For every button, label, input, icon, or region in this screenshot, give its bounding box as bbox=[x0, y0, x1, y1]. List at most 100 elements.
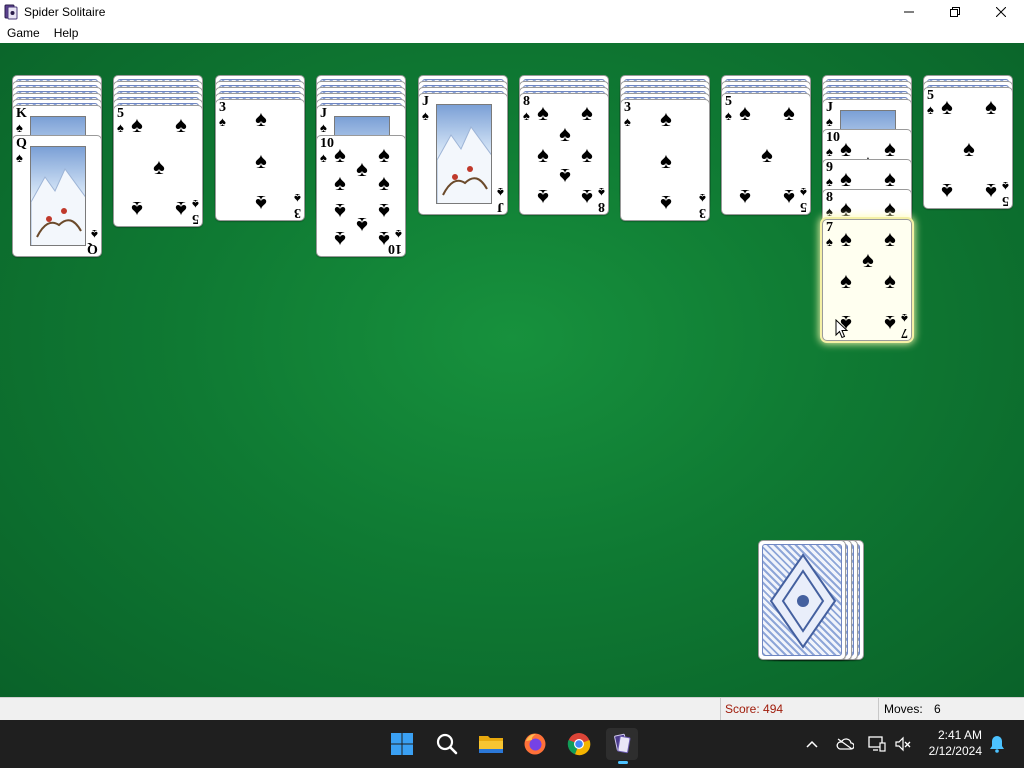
windows-start-icon bbox=[391, 733, 413, 755]
spade-pip-icon: ♠ bbox=[255, 106, 267, 131]
file-explorer-button[interactable] bbox=[475, 728, 507, 760]
spade-suit-icon: ♠ bbox=[422, 108, 429, 123]
spade-pip-icon: ♠ bbox=[334, 142, 346, 167]
file-explorer-icon bbox=[479, 736, 503, 753]
card-rank: J bbox=[497, 199, 504, 214]
spade-suit-icon: ♠ bbox=[927, 102, 934, 117]
card-10-spades[interactable]: 10♠♠♠♠♠♠♠♠♠♠♠10♠ bbox=[316, 135, 406, 257]
spade-pip-icon: ♠ bbox=[660, 106, 672, 131]
chrome-icon bbox=[567, 733, 591, 756]
spade-suit-icon: ♠ bbox=[901, 311, 908, 326]
spade-suit-icon: ♠ bbox=[16, 150, 23, 165]
close-button[interactable] bbox=[978, 0, 1024, 23]
spade-suit-icon: ♠ bbox=[192, 197, 199, 212]
card-rank: 8 bbox=[598, 199, 605, 214]
card-rank: 3 bbox=[624, 100, 631, 115]
spade-pip-icon: ♠ bbox=[581, 185, 593, 210]
clock-date: 2/12/2024 bbox=[928, 744, 982, 758]
spade-suit-icon: ♠ bbox=[395, 227, 402, 242]
spade-pip-icon: ♠ bbox=[884, 311, 896, 336]
spade-pip-icon: ♠ bbox=[356, 156, 368, 181]
spade-suit-icon: ♠ bbox=[725, 108, 732, 123]
restore-button[interactable] bbox=[932, 0, 978, 23]
spade-pip-icon: ♠ bbox=[581, 100, 593, 125]
firefox-button[interactable] bbox=[519, 728, 551, 760]
spade-pip-icon: ♠ bbox=[761, 142, 773, 167]
moves-display: Moves: 6 bbox=[878, 698, 1024, 720]
minimize-button[interactable] bbox=[886, 0, 932, 23]
card-5-spades[interactable]: 5 ♠ ♠ ♠ ♠ ♠ ♠ 5 ♠ bbox=[923, 87, 1013, 209]
spade-pip-icon: ♠ bbox=[840, 136, 852, 161]
spade-suit-icon: ♠ bbox=[826, 234, 833, 249]
status-bar: Score: 494 Moves: 6 bbox=[0, 697, 1024, 720]
card-5-spades[interactable]: 5 ♠ ♠ ♠ ♠ ♠ ♠ 5 ♠ bbox=[113, 105, 203, 227]
court-card-illustration bbox=[436, 104, 492, 204]
moves-label: Moves: bbox=[884, 702, 923, 716]
spade-pip-icon: ♠ bbox=[963, 136, 975, 161]
menu-help[interactable]: Help bbox=[47, 23, 86, 43]
spade-pip-icon: ♠ bbox=[255, 148, 267, 173]
spade-pip-icon: ♠ bbox=[378, 170, 390, 195]
chrome-button[interactable] bbox=[563, 728, 595, 760]
close-icon bbox=[996, 6, 1006, 17]
spade-pip-icon: ♠ bbox=[941, 179, 953, 204]
card-rank: 5 bbox=[725, 94, 732, 109]
spade-pip-icon: ♠ bbox=[840, 268, 852, 293]
spade-suit-icon: ♠ bbox=[320, 150, 327, 165]
spade-pip-icon: ♠ bbox=[840, 226, 852, 251]
card-8-spades[interactable]: 8♠♠♠♠♠♠♠♠♠8♠ bbox=[519, 93, 609, 215]
card-3-spades[interactable]: 3 ♠ ♠ ♠ ♠ 3 ♠ bbox=[620, 99, 710, 221]
onedrive-button[interactable] bbox=[833, 720, 857, 768]
card-rank: J bbox=[422, 94, 429, 109]
spade-suit-icon: ♠ bbox=[699, 191, 706, 206]
card-5-spades[interactable]: 5 ♠ ♠ ♠ ♠ ♠ ♠ 5 ♠ bbox=[721, 93, 811, 215]
spade-pip-icon: ♠ bbox=[378, 199, 390, 224]
windows-start-button[interactable] bbox=[386, 728, 418, 760]
active-app-indicator bbox=[618, 761, 628, 764]
spade-suit-icon: ♠ bbox=[800, 185, 807, 200]
spade-pip-icon: ♠ bbox=[175, 112, 187, 137]
spade-suit-icon: ♠ bbox=[16, 120, 23, 135]
volume-muted-icon bbox=[895, 736, 911, 752]
card-rank: 3 bbox=[699, 205, 706, 220]
spade-suit-icon: ♠ bbox=[320, 120, 327, 135]
stock-top-card[interactable] bbox=[758, 540, 846, 660]
card-3-spades[interactable]: 3 ♠ ♠ ♠ ♠ 3 ♠ bbox=[215, 99, 305, 221]
card-rank: J bbox=[826, 100, 833, 115]
spade-suit-icon: ♠ bbox=[826, 174, 833, 189]
search-icon bbox=[436, 733, 458, 755]
spider-solitaire-taskbar-button[interactable] bbox=[606, 728, 638, 764]
notifications-button[interactable] bbox=[986, 720, 1008, 768]
spade-pip-icon: ♠ bbox=[537, 100, 549, 125]
menu-game[interactable]: Game bbox=[0, 23, 47, 43]
spade-suit-icon: ♠ bbox=[294, 191, 301, 206]
spade-pip-icon: ♠ bbox=[334, 199, 346, 224]
card-j-spades[interactable]: J♠J♠ bbox=[418, 93, 508, 215]
minimize-icon bbox=[904, 11, 914, 12]
card-q-spades[interactable]: Q ♠ Q ♠ bbox=[12, 135, 102, 257]
card-rank: 5 bbox=[927, 88, 934, 103]
moves-value: 6 bbox=[934, 702, 941, 716]
spade-pip-icon: ♠ bbox=[131, 197, 143, 222]
card-rank: 10 bbox=[388, 241, 402, 256]
score-display: Score: 494 bbox=[720, 698, 877, 720]
spade-suit-icon: ♠ bbox=[497, 185, 504, 200]
card-rank: 5 bbox=[117, 106, 124, 121]
window-title: Spider Solitaire bbox=[24, 4, 106, 19]
network-button[interactable] bbox=[866, 720, 888, 768]
spade-pip-icon: ♠ bbox=[175, 197, 187, 222]
spade-pip-icon: ♠ bbox=[660, 191, 672, 216]
card-rank: Q bbox=[87, 241, 98, 256]
spider-solitaire-app-icon bbox=[3, 4, 19, 20]
spade-pip-icon: ♠ bbox=[356, 213, 368, 238]
spade-pip-icon: ♠ bbox=[131, 112, 143, 137]
spade-pip-icon: ♠ bbox=[783, 100, 795, 125]
spade-pip-icon: ♠ bbox=[334, 227, 346, 252]
search-button[interactable] bbox=[431, 728, 463, 760]
spade-pip-icon: ♠ bbox=[985, 94, 997, 119]
system-clock[interactable]: 2:41 AM 2/12/2024 bbox=[912, 727, 982, 759]
spade-pip-icon: ♠ bbox=[783, 185, 795, 210]
spade-suit-icon: ♠ bbox=[219, 114, 226, 129]
show-hidden-icons-button[interactable] bbox=[802, 720, 822, 768]
volume-button[interactable] bbox=[893, 720, 913, 768]
